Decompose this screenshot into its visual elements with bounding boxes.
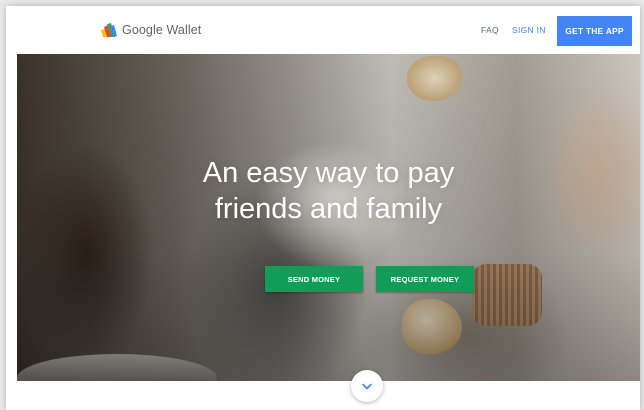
send-money-button[interactable]: SEND MONEY [265,266,363,292]
hero-title-line-1: An easy way to pay [202,157,455,189]
sign-in-link[interactable]: SIGN IN [512,25,546,35]
chevron-down-icon [362,377,372,395]
request-money-button[interactable]: REQUEST MONEY [376,266,474,292]
scroll-down-button[interactable] [351,370,383,402]
hero-title-line-2: friends and family [214,193,443,225]
faq-link[interactable]: FAQ [481,25,499,35]
wallet-page: Google Wallet FAQ SIGN IN GET THE APP An… [6,6,640,410]
site-header: Google Wallet FAQ SIGN IN GET THE APP [6,6,640,54]
get-the-app-button[interactable]: GET THE APP [557,16,632,46]
logo-text: Google Wallet [122,23,202,37]
logo[interactable]: Google Wallet [99,20,201,40]
hero-banner: An easy way to pay friends and family SE… [17,54,640,381]
google-wallet-logo-icon [99,22,118,38]
hero-title: An easy way to pay friends and family [17,155,640,227]
